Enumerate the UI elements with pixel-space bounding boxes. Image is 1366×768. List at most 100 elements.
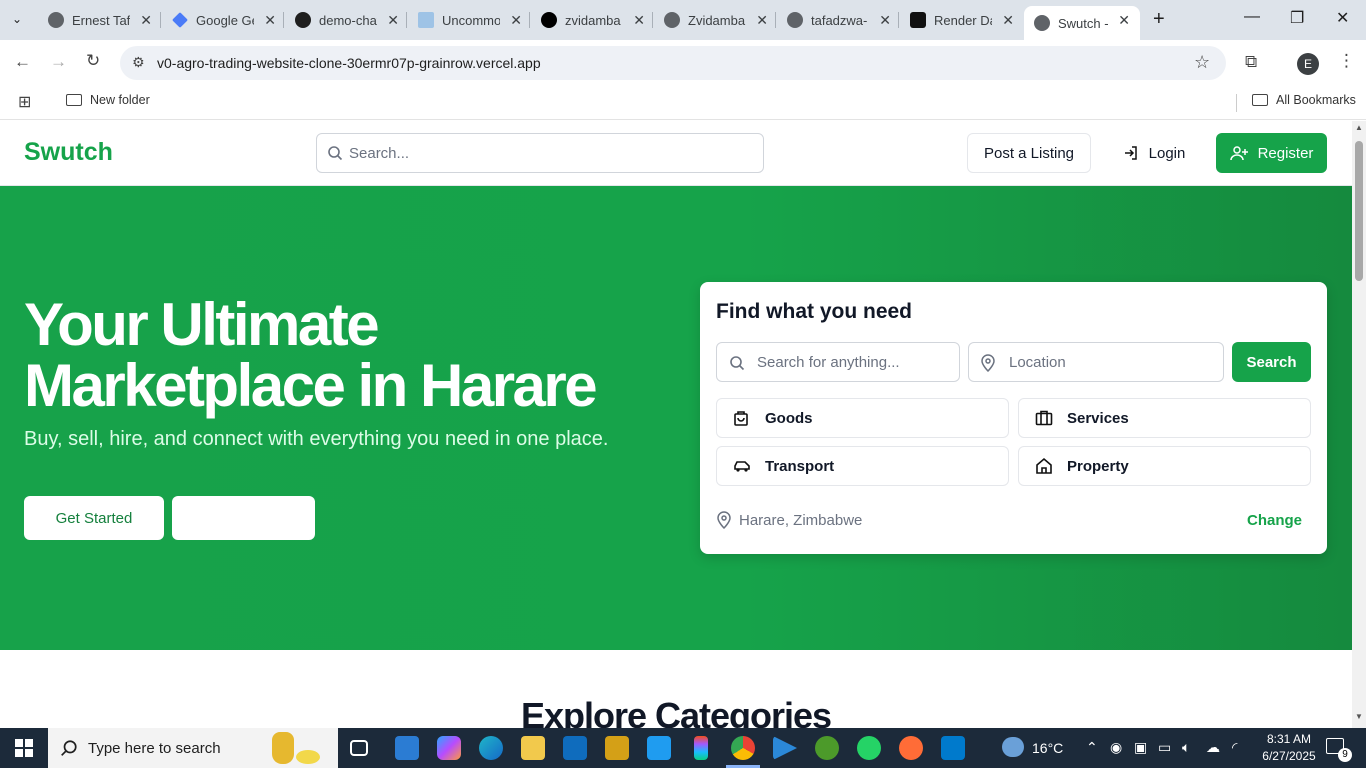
figma-icon[interactable] <box>694 736 708 760</box>
file-explorer-icon[interactable] <box>521 736 545 760</box>
close-tab-icon[interactable]: ✕ <box>387 12 399 29</box>
close-tab-icon[interactable]: ✕ <box>140 12 152 29</box>
hero-section: Your Ultimate Marketplace in Harare Buy,… <box>0 186 1352 650</box>
gemini-icon <box>172 12 188 28</box>
volume-icon[interactable]: 🔈︎ <box>1182 739 1190 756</box>
vscode-icon[interactable] <box>647 736 671 760</box>
menu-icon[interactable]: ⋮ <box>1338 51 1355 71</box>
login-icon <box>1124 146 1137 160</box>
vscode-alt-icon[interactable] <box>941 736 965 760</box>
bookmark-folder[interactable]: New folder <box>66 93 150 107</box>
folder-icon <box>66 94 82 106</box>
onedrive-icon[interactable]: ☁ <box>1206 739 1220 756</box>
close-tab-icon[interactable]: ✕ <box>1002 12 1014 29</box>
battery-icon[interactable]: ▭ <box>1158 739 1171 756</box>
browser-tab[interactable]: Zvidamba ✕ <box>664 6 768 34</box>
search-icon <box>328 146 343 161</box>
site-header: Swutch Search... Post a Listing Login Re… <box>0 121 1352 186</box>
current-location: Harare, Zimbabwe <box>739 512 863 529</box>
network-icon[interactable]: ◉ <box>1110 739 1122 756</box>
all-bookmarks[interactable]: All Bookmarks <box>1252 93 1356 107</box>
money-app-icon[interactable] <box>815 736 839 760</box>
whatsapp-icon[interactable] <box>857 736 881 760</box>
notification-count-badge: 9 <box>1338 748 1352 762</box>
task-view-icon[interactable] <box>350 740 368 756</box>
browser-tab[interactable]: Ernest Tafadzwa ✕ <box>48 6 152 34</box>
browser-toolbar: ← → ↻ ⚙ v0-agro-trading-website-clone-30… <box>0 40 1366 86</box>
category-services[interactable]: Services <box>1018 398 1311 438</box>
folder-icon <box>1252 94 1268 106</box>
close-tab-icon[interactable]: ✕ <box>510 12 522 29</box>
change-location-link[interactable]: Change <box>1247 512 1302 529</box>
category-property[interactable]: Property <box>1018 446 1311 486</box>
microsoft-store-icon[interactable] <box>395 736 419 760</box>
find-search-button[interactable]: Search <box>1232 342 1311 382</box>
github-icon <box>295 12 311 28</box>
bookmarks-bar: ⊞ New folder All Bookmarks <box>0 86 1366 120</box>
camera-icon[interactable]: ▣ <box>1134 739 1147 756</box>
login-button[interactable]: Login <box>1107 133 1201 173</box>
profile-avatar[interactable]: E <box>1297 53 1319 75</box>
apps-grid-icon[interactable]: ⊞ <box>18 92 31 112</box>
close-window-icon[interactable]: ✕ <box>1336 8 1349 28</box>
tab-search-dropdown-icon[interactable]: ⌄ <box>12 12 22 26</box>
site-info-icon[interactable]: ⚙ <box>132 54 145 71</box>
close-tab-icon[interactable]: ✕ <box>756 12 768 29</box>
globe-icon <box>48 12 64 28</box>
map-pin-icon <box>717 511 731 529</box>
postman-icon[interactable] <box>899 736 923 760</box>
back-icon[interactable]: ← <box>14 52 31 72</box>
shopping-bag-icon <box>734 411 748 426</box>
show-hidden-icons[interactable]: ⌃ <box>1086 739 1098 756</box>
sticky-app-icon[interactable] <box>605 736 629 760</box>
site-search-input[interactable]: Search... <box>316 133 764 173</box>
forward-icon[interactable]: → <box>50 52 67 72</box>
post-listing-button[interactable]: Post a Listing <box>967 133 1091 173</box>
register-button[interactable]: Register <box>1216 133 1327 173</box>
find-search-input[interactable]: Search for anything... <box>716 342 960 382</box>
weather-temperature[interactable]: 16°C <box>1032 740 1063 756</box>
wifi-icon[interactable]: ◜ <box>1232 739 1237 756</box>
browser-tab[interactable]: Render Dashboard ✕ <box>910 6 1014 34</box>
windows-start-icon[interactable] <box>15 739 33 757</box>
category-goods[interactable]: Goods <box>716 398 1009 438</box>
minimize-icon[interactable]: — <box>1244 8 1260 26</box>
new-tab-icon[interactable]: + <box>1153 8 1165 31</box>
restore-icon[interactable]: ❐ <box>1290 8 1304 28</box>
reload-icon[interactable]: ↻ <box>86 51 100 71</box>
page-scrollbar[interactable]: ▲ ▼ <box>1352 121 1366 728</box>
taskbar-search-box[interactable]: Type here to search <box>48 728 338 768</box>
scroll-down-arrow-icon[interactable]: ▼ <box>1355 712 1363 721</box>
pineapple-icon <box>272 732 294 764</box>
browser-tab[interactable]: Google Gemini ✕ <box>172 6 276 34</box>
copilot-icon[interactable] <box>437 736 461 760</box>
scroll-up-arrow-icon[interactable]: ▲ <box>1355 123 1363 132</box>
clock-date[interactable]: 6/27/2025 <box>1254 749 1324 763</box>
close-tab-icon[interactable]: ✕ <box>264 12 276 29</box>
browser-tab[interactable]: tafadzwa- ✕ <box>787 6 891 34</box>
scrollbar-thumb[interactable] <box>1355 141 1363 281</box>
bookmark-star-icon[interactable]: ☆ <box>1194 52 1210 73</box>
outlook-icon[interactable] <box>563 736 587 760</box>
clock-time[interactable]: 8:31 AM <box>1258 732 1320 746</box>
browser-tab-active[interactable]: Swutch - ✕ <box>1024 6 1140 40</box>
browser-tab[interactable]: demo-chat ✕ <box>295 6 399 34</box>
weather-icon[interactable] <box>1002 737 1024 757</box>
address-bar[interactable]: ⚙ v0-agro-trading-website-clone-30ermr07… <box>120 46 1226 80</box>
edge-icon[interactable] <box>479 736 503 760</box>
secondary-hero-button[interactable] <box>172 496 315 540</box>
get-started-button[interactable]: Get Started <box>24 496 164 540</box>
category-transport[interactable]: Transport <box>716 446 1009 486</box>
globe-icon <box>787 12 803 28</box>
browser-tab[interactable]: Uncommon ✕ <box>418 6 522 34</box>
browser-tab[interactable]: zvidamba ✕ <box>541 6 645 34</box>
hero-subtitle: Buy, sell, hire, and connect with everyt… <box>24 428 609 450</box>
close-tab-icon[interactable]: ✕ <box>633 12 645 29</box>
extensions-icon[interactable]: ⧉ <box>1245 52 1257 72</box>
site-logo[interactable]: Swutch <box>24 138 113 167</box>
close-tab-icon[interactable]: ✕ <box>1118 12 1130 29</box>
media-player-icon[interactable] <box>773 736 797 760</box>
location-input[interactable]: Location <box>968 342 1224 382</box>
close-tab-icon[interactable]: ✕ <box>879 12 891 29</box>
chrome-icon[interactable] <box>731 736 755 760</box>
